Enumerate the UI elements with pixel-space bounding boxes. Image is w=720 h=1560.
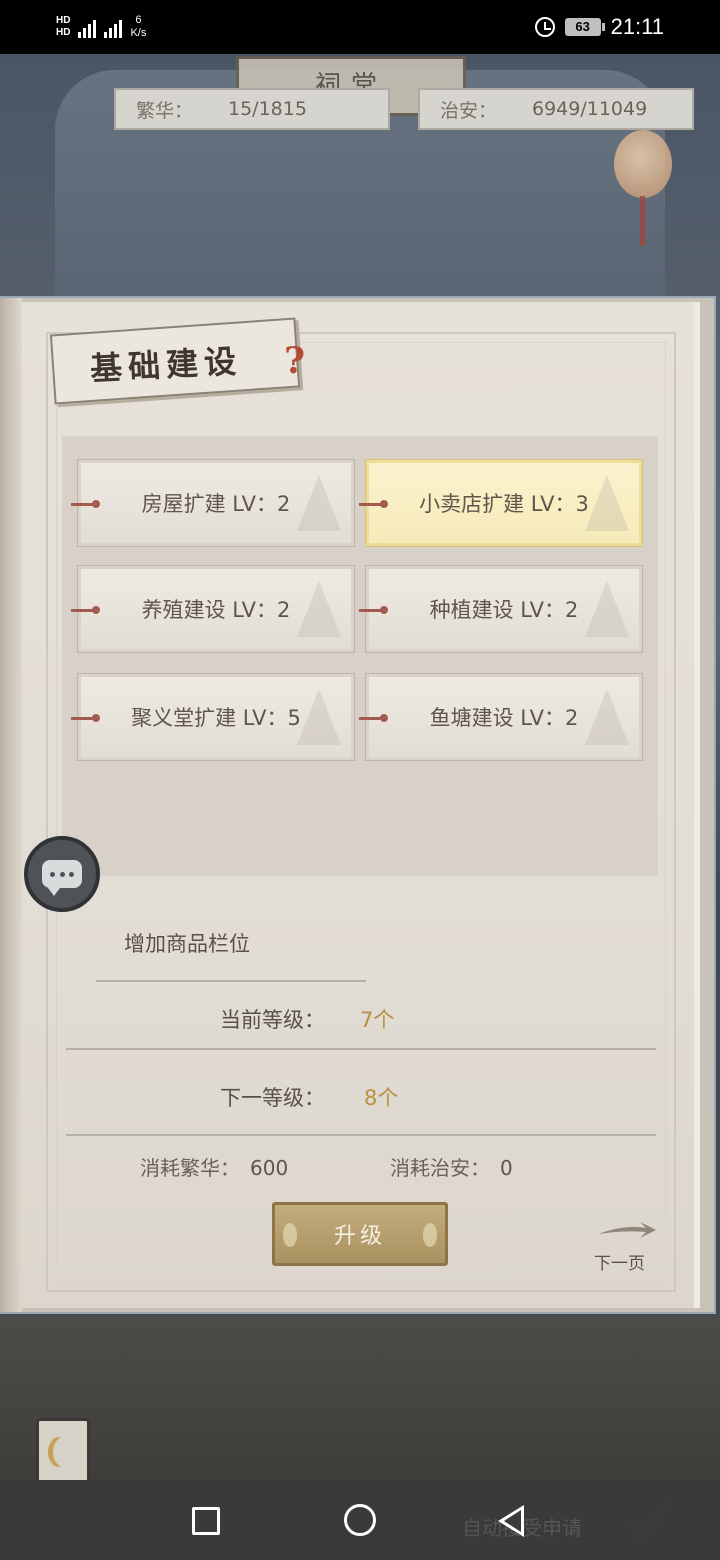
prosperity-value: 15/1815 bbox=[228, 98, 307, 120]
option-label: 种植建设 LV：2 bbox=[429, 598, 579, 622]
upgrade-description: 增加商品栏位 bbox=[124, 932, 250, 956]
help-icon[interactable]: ? bbox=[284, 340, 305, 382]
cost-prosperity-label: 消耗繁华： bbox=[140, 1156, 240, 1180]
option-label: 鱼塘建设 LV：2 bbox=[429, 706, 579, 730]
security-value: 6949/11049 bbox=[532, 98, 648, 120]
security-label: 治安： bbox=[440, 99, 498, 122]
current-level-value: 7个 bbox=[360, 1008, 395, 1032]
mountain-icon bbox=[297, 475, 341, 531]
prosperity-label: 繁华： bbox=[136, 99, 194, 122]
next-level-label: 下一等级： bbox=[220, 1086, 325, 1110]
recent-apps-button[interactable] bbox=[192, 1507, 220, 1535]
panel-title: 基础建设 bbox=[89, 342, 244, 388]
hd-bottom-label: HD bbox=[56, 27, 71, 38]
lantern-icon bbox=[614, 130, 672, 198]
mountain-icon bbox=[585, 689, 629, 745]
option-label: 聚义堂扩建 LV：5 bbox=[131, 706, 301, 730]
clock: 21:11 bbox=[610, 14, 664, 39]
pin-icon bbox=[71, 714, 100, 722]
status-bar: HD HD 6 K/s 63 21:11 bbox=[0, 0, 720, 54]
home-button[interactable] bbox=[344, 1504, 376, 1536]
option-label: 养殖建设 LV：2 bbox=[141, 598, 291, 622]
lamp-icon bbox=[36, 1418, 90, 1484]
prosperity-stat: 繁华： 15/1815 bbox=[114, 88, 390, 130]
option-fish-pond[interactable]: 鱼塘建设 LV：2 bbox=[359, 673, 643, 761]
security-stat: 治安： 6949/11049 bbox=[418, 88, 694, 130]
chat-icon bbox=[42, 860, 82, 896]
mountain-icon bbox=[297, 581, 341, 637]
next-arrow-icon[interactable] bbox=[596, 1220, 658, 1240]
pin-icon bbox=[359, 714, 388, 722]
option-shop-expansion[interactable]: 小卖店扩建 LV：3 bbox=[359, 459, 643, 547]
chat-button[interactable] bbox=[24, 836, 100, 912]
checkmark-icon[interactable] bbox=[628, 1496, 672, 1542]
status-right: 63 21:11 bbox=[534, 14, 664, 40]
lantern-tassel bbox=[640, 196, 645, 246]
network-speed-value: 6 bbox=[135, 14, 142, 26]
option-label: 小卖店扩建 LV：3 bbox=[419, 492, 589, 516]
signal-icon-2 bbox=[104, 16, 123, 38]
option-label: 房屋扩建 LV：2 bbox=[141, 492, 291, 516]
next-page-button[interactable]: 下一页 bbox=[594, 1249, 645, 1274]
hd-indicator: HD HD bbox=[56, 15, 70, 39]
floor-scene bbox=[0, 1318, 720, 1480]
network-speed-unit: K/s bbox=[130, 27, 147, 39]
cost-security-value: 0 bbox=[500, 1156, 513, 1180]
divider bbox=[96, 980, 366, 982]
moon-icon bbox=[53, 1437, 75, 1467]
option-house-expansion[interactable]: 房屋扩建 LV：2 bbox=[71, 459, 355, 547]
current-level-label: 当前等级： bbox=[220, 1008, 325, 1032]
pin-icon bbox=[71, 606, 100, 614]
mountain-icon bbox=[585, 581, 629, 637]
cost-prosperity-value: 600 bbox=[250, 1156, 289, 1180]
cost-security: 消耗治安： 0 bbox=[390, 1152, 513, 1181]
book-spine bbox=[0, 298, 22, 1312]
status-left: HD HD 6 K/s bbox=[56, 14, 146, 40]
option-planting[interactable]: 种植建设 LV：2 bbox=[359, 565, 643, 653]
battery-icon: 63 bbox=[564, 18, 605, 36]
network-speed: 6 K/s bbox=[130, 14, 146, 40]
mountain-icon bbox=[297, 689, 341, 745]
upgrade-button[interactable]: 升级 bbox=[272, 1202, 448, 1266]
next-level-value: 8个 bbox=[364, 1086, 399, 1110]
option-livestock[interactable]: 养殖建设 LV：2 bbox=[71, 565, 355, 653]
hd-top-label: HD bbox=[56, 15, 71, 26]
signal-icon bbox=[78, 16, 97, 38]
pin-icon bbox=[71, 500, 100, 508]
option-hall-expansion[interactable]: 聚义堂扩建 LV：5 bbox=[71, 673, 355, 761]
pin-icon bbox=[359, 500, 388, 508]
alarm-icon bbox=[534, 17, 555, 37]
divider bbox=[66, 1134, 656, 1136]
divider bbox=[66, 1048, 656, 1050]
pin-icon bbox=[359, 606, 388, 614]
mountain-icon bbox=[585, 475, 629, 531]
cost-prosperity: 消耗繁华： 600 bbox=[140, 1152, 288, 1181]
back-button[interactable] bbox=[498, 1505, 524, 1537]
cost-security-label: 消耗治安： bbox=[390, 1156, 490, 1180]
